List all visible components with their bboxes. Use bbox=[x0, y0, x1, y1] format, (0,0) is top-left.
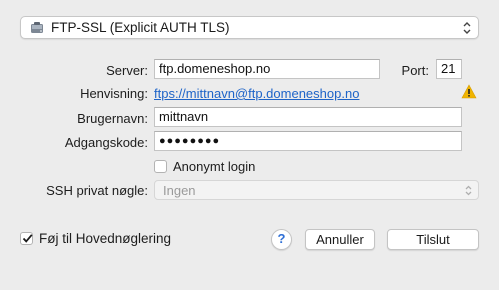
keychain-checkbox[interactable] bbox=[20, 232, 33, 245]
anonymous-login-checkbox[interactable] bbox=[154, 160, 167, 173]
port-field[interactable]: 21 bbox=[436, 59, 462, 79]
help-question-icon: ? bbox=[277, 231, 286, 246]
reference-url-link[interactable]: ftps://mittnavn@ftp.domeneshop.no bbox=[154, 86, 359, 101]
popup-stepper-icon bbox=[463, 22, 471, 34]
connect-button[interactable]: Tilslut bbox=[387, 229, 479, 250]
ftp-ssl-drive-icon bbox=[31, 22, 43, 33]
help-button[interactable]: ? bbox=[271, 229, 292, 250]
ssh-key-value: Ingen bbox=[163, 183, 196, 198]
ssh-key-label: SSH privat nøgle: bbox=[46, 183, 148, 198]
ssh-key-select[interactable]: Ingen bbox=[154, 180, 479, 200]
keychain-label: Føj til Hovednøglering bbox=[39, 231, 172, 246]
username-field[interactable]: mittnavn bbox=[154, 107, 462, 127]
cancel-button[interactable]: Annuller bbox=[305, 229, 375, 250]
password-label: Adgangskode: bbox=[64, 135, 148, 150]
server-label: Server: bbox=[106, 63, 148, 78]
anonymous-login-label: Anonymt login bbox=[173, 159, 256, 174]
username-label: Brugernavn: bbox=[77, 111, 148, 126]
warning-triangle-icon bbox=[461, 84, 477, 99]
protocol-popup[interactable]: FTP-SSL (Explicit AUTH TLS) bbox=[20, 16, 479, 39]
reference-label: Henvisning: bbox=[80, 86, 148, 101]
server-field[interactable]: ftp.domeneshop.no bbox=[154, 59, 380, 79]
password-field[interactable]: ●●●●●●●● bbox=[154, 131, 462, 151]
select-stepper-icon bbox=[465, 185, 472, 196]
protocol-label: FTP-SSL (Explicit AUTH TLS) bbox=[51, 20, 230, 35]
checkmark-icon bbox=[22, 234, 33, 243]
port-label: Port: bbox=[401, 63, 429, 78]
